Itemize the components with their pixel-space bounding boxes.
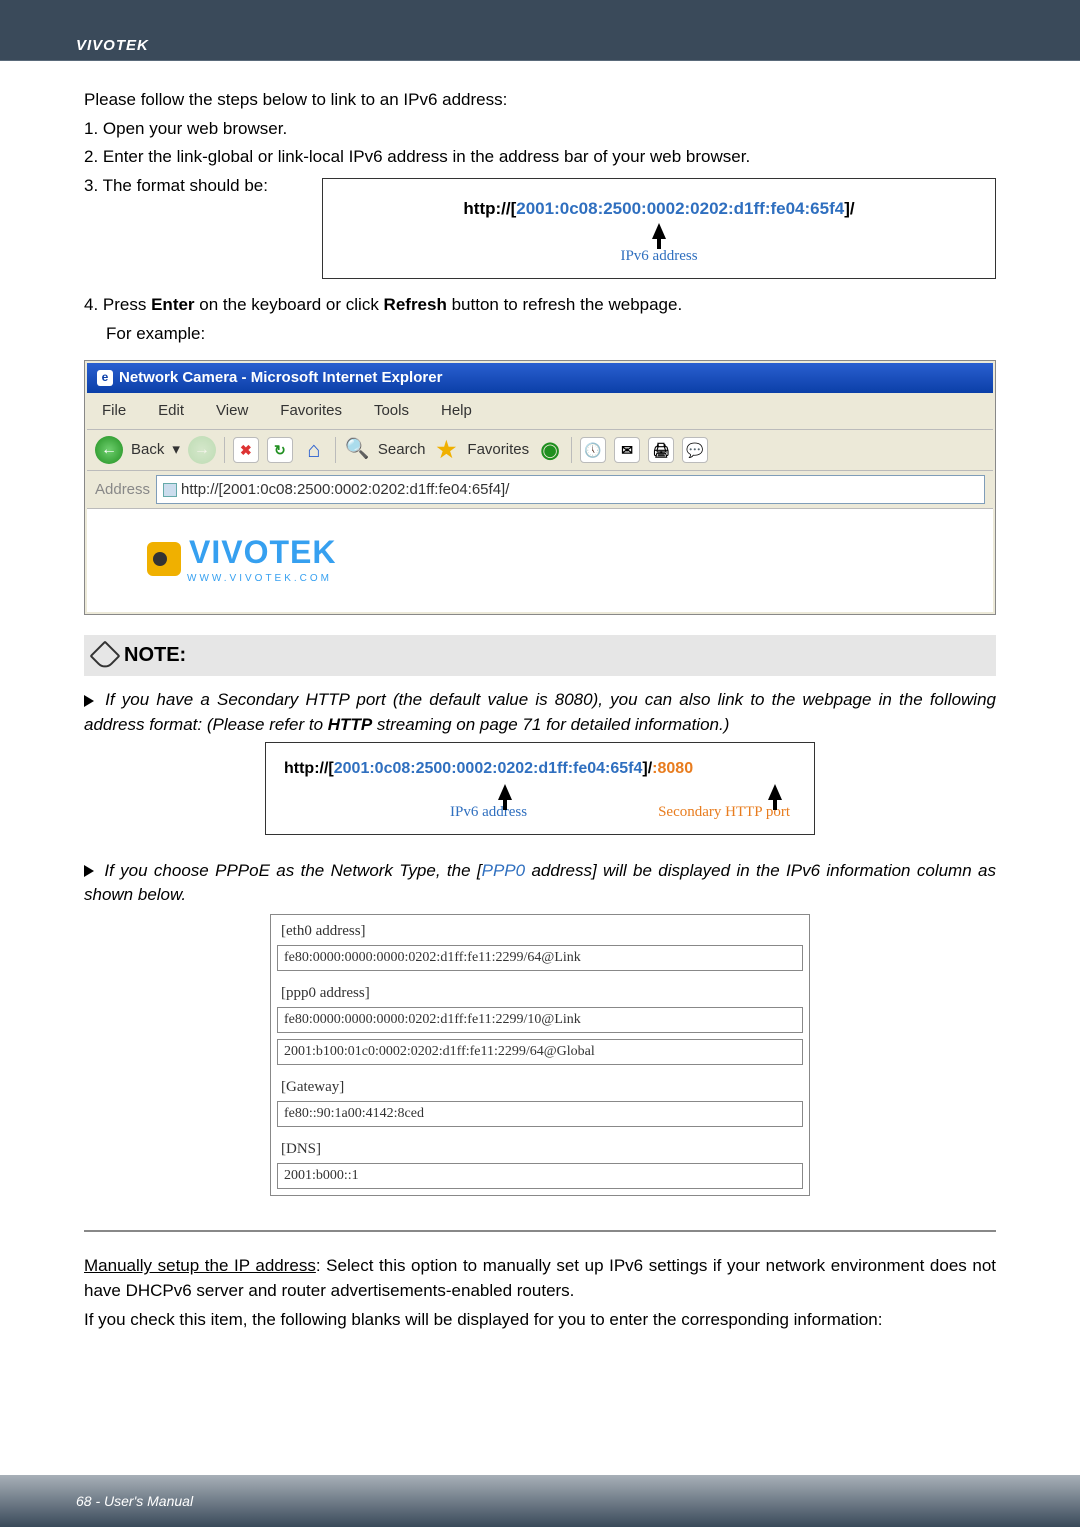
url2-port-caption: Secondary HTTP port [658, 802, 790, 824]
stop-button[interactable]: ✖ [233, 437, 259, 463]
url2-prefix: http://[ [284, 760, 334, 777]
ie-toolbar: ← Back ▾ → ✖ ↻ ⌂ 🔍 Search ★ Favorites ◉ 🕔… [87, 430, 993, 471]
search-icon[interactable]: 🔍 [344, 437, 370, 463]
url-example-line: http://[2001:0c08:2500:0002:0202:d1ff:fe… [343, 197, 975, 222]
ie-content: VIVOTEK WWW.VIVOTEK.COM [87, 509, 993, 612]
note-ppp0-word: PPP0 [482, 861, 525, 880]
ie-menubar: File Edit View Favorites Tools Help [87, 393, 993, 430]
gateway-value: fe80::90:1a00:4142:8ced [277, 1101, 803, 1127]
refresh-word: Refresh [384, 295, 447, 314]
step-4: 4. Press Enter on the keyboard or click … [84, 293, 996, 318]
note-paragraph-2: If you choose PPPoE as the Network Type,… [84, 859, 996, 908]
url2-mid: ]/ [642, 760, 652, 777]
ppp0-label: [ppp0 address] [271, 977, 809, 1007]
note-p2a: If you choose PPPoE as the Network Type,… [104, 861, 481, 880]
dns-label: [DNS] [271, 1133, 809, 1163]
forward-button[interactable]: → [188, 436, 216, 464]
arrow-up-icon-2a [498, 784, 512, 800]
toolbar-sep-3 [571, 437, 572, 463]
menu-help[interactable]: Help [434, 397, 479, 425]
note-p1c: streaming on page 71 for detailed inform… [372, 715, 729, 734]
kbd-enter: Enter [151, 295, 194, 314]
url-prefix: http://[ [463, 199, 516, 218]
ppp0-value-2: 2001:b100:01c0:0002:0202:d1ff:fe11:2299/… [277, 1039, 803, 1065]
dns-value: 2001:b000::1 [277, 1163, 803, 1189]
manual-para-1: Manually setup the IP address: Select th… [84, 1254, 996, 1303]
url-ipv6-caption: IPv6 address [343, 246, 975, 268]
vivotek-logo-text: VIVOTEK [189, 529, 336, 575]
search-label[interactable]: Search [378, 439, 426, 461]
print-icon[interactable]: 🖨 [648, 437, 674, 463]
menu-file[interactable]: File [95, 397, 133, 425]
menu-favorites[interactable]: Favorites [273, 397, 349, 425]
page-footer: 68 - User's Manual [0, 1475, 1080, 1527]
url-format-box-1: http://[2001:0c08:2500:0002:0202:d1ff:fe… [322, 178, 996, 279]
menu-view[interactable]: View [209, 397, 255, 425]
ie-window: e Network Camera - Microsoft Internet Ex… [84, 360, 996, 615]
vivotek-camera-icon [147, 542, 181, 576]
menu-edit[interactable]: Edit [151, 397, 191, 425]
url2-line: http://[2001:0c08:2500:0002:0202:d1ff:fe… [284, 757, 796, 780]
back-button[interactable]: ← [95, 436, 123, 464]
toolbar-sep-2 [335, 437, 336, 463]
url2-ipv6-caption: IPv6 address [450, 802, 527, 824]
ppp0-value-1: fe80:0000:0000:0000:0202:d1ff:fe11:2299/… [277, 1007, 803, 1033]
media-icon[interactable]: ◉ [537, 437, 563, 463]
step-2: 2. Enter the link-global or link-local I… [84, 145, 996, 170]
pencil-icon [89, 640, 120, 671]
pppoe-info-panel: [eth0 address] fe80:0000:0000:0000:0202:… [270, 914, 810, 1196]
note-heading-box: NOTE: [84, 635, 996, 676]
manual-heading: Manually setup the IP address [84, 1256, 316, 1275]
note-http-word: HTTP [328, 715, 372, 734]
intro-lead: Please follow the steps below to link to… [84, 88, 996, 113]
vivotek-logo: VIVOTEK [147, 529, 933, 575]
section-divider [84, 1230, 996, 1232]
ie-titlebar: e Network Camera - Microsoft Internet Ex… [87, 363, 993, 393]
address-label: Address [95, 479, 150, 501]
address-input[interactable]: http://[2001:0c08:2500:0002:0202:d1ff:fe… [156, 475, 985, 505]
bullet-icon-2 [84, 865, 94, 877]
mail-icon[interactable]: ✉ [614, 437, 640, 463]
url-format-box-2: http://[2001:0c08:2500:0002:0202:d1ff:fe… [265, 742, 815, 835]
bullet-icon [84, 695, 94, 707]
ie-address-bar: Address http://[2001:0c08:2500:0002:0202… [87, 471, 993, 510]
favorites-label[interactable]: Favorites [467, 439, 529, 461]
back-label[interactable]: Back [131, 439, 164, 461]
note-paragraph-1: If you have a Secondary HTTP port (the d… [84, 688, 996, 737]
page-header: VIVOTEK [0, 0, 1080, 60]
history-icon[interactable]: 🕔 [580, 437, 606, 463]
url-suffix: ]/ [844, 199, 854, 218]
discuss-icon[interactable]: 💬 [682, 437, 708, 463]
eth0-value: fe80:0000:0000:0000:0202:d1ff:fe11:2299/… [277, 945, 803, 971]
back-dropdown-icon[interactable]: ▾ [172, 439, 180, 461]
arrow-up-icon-2b [768, 784, 782, 800]
step-3: 3. The format should be: [84, 174, 304, 199]
menu-tools[interactable]: Tools [367, 397, 416, 425]
toolbar-sep-1 [224, 437, 225, 463]
footer-page-text: 68 - User's Manual [76, 1493, 193, 1509]
ie-logo-icon: e [97, 370, 113, 386]
step-4-example: For example: [84, 322, 996, 347]
page-icon [163, 483, 177, 497]
eth0-label: [eth0 address] [271, 915, 809, 945]
step-1: 1. Open your web browser. [84, 117, 996, 142]
gateway-label: [Gateway] [271, 1071, 809, 1101]
url2-port: :8080 [652, 760, 693, 777]
refresh-button[interactable]: ↻ [267, 437, 293, 463]
brand-text: VIVOTEK [76, 37, 149, 54]
url-ipv6: 2001:0c08:2500:0002:0202:d1ff:fe04:65f4 [516, 199, 844, 218]
header-divider [0, 60, 1080, 62]
favorites-icon[interactable]: ★ [433, 437, 459, 463]
url2-ipv6: 2001:0c08:2500:0002:0202:d1ff:fe04:65f4 [334, 760, 643, 777]
home-button[interactable]: ⌂ [301, 437, 327, 463]
note-heading: NOTE: [124, 641, 186, 670]
address-value: http://[2001:0c08:2500:0002:0202:d1ff:fe… [181, 479, 509, 501]
manual-para-2: If you check this item, the following bl… [84, 1308, 996, 1333]
ie-title-text: Network Camera - Microsoft Internet Expl… [119, 367, 442, 389]
arrow-up-icon [652, 223, 666, 239]
vivotek-logo-subtext: WWW.VIVOTEK.COM [187, 572, 933, 587]
